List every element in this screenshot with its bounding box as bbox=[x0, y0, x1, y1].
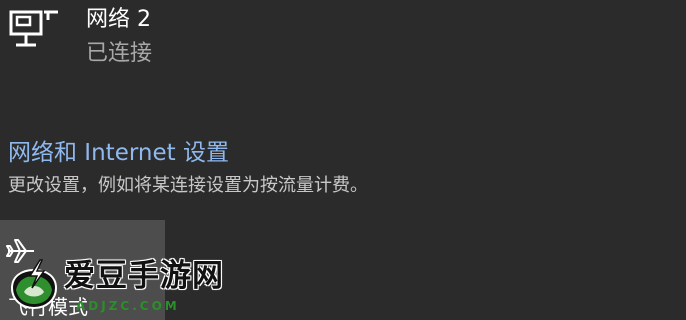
ethernet-monitor-icon bbox=[9, 10, 58, 47]
network-settings-link[interactable]: 网络和 Internet 设置 bbox=[8, 138, 229, 168]
network-flyout: 网络 2 已连接 网络和 Internet 设置 更改设置，例如将某连接设置为按… bbox=[0, 0, 686, 320]
network-name: 网络 2 bbox=[86, 7, 151, 32]
network-status: 已连接 bbox=[86, 41, 153, 66]
watermark-logo-icon bbox=[10, 259, 58, 310]
watermark-url: ADJZC.COM bbox=[76, 299, 180, 313]
site-watermark: 爱豆手游网 ADJZC.COM bbox=[6, 256, 246, 320]
network-item[interactable]: 网络 2 已连接 bbox=[0, 0, 686, 78]
watermark-title: 爱豆手游网 bbox=[64, 258, 224, 294]
network-settings-description: 更改设置，例如将某连接设置为按流量计费。 bbox=[8, 175, 368, 196]
